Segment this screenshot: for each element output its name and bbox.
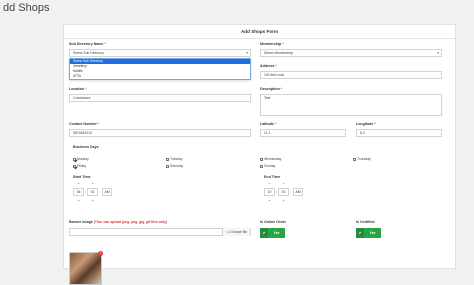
day-checkbox-thursday[interactable]: Thursday (353, 157, 371, 161)
start-time-picker: ⌃ ⌃ 06 : 01 AM ⌄ ⌄ (73, 182, 112, 202)
chevron-down-icon[interactable]: ⌄ (87, 197, 98, 202)
address-input[interactable]: 100 feet road (260, 71, 442, 79)
banner-file-input[interactable]: ▭ Choose file (69, 228, 251, 236)
chevron-down-icon[interactable]: ⌄ (73, 197, 84, 202)
day-checkbox-friday[interactable]: Friday (73, 164, 86, 168)
description-textarea[interactable]: Test (260, 94, 442, 116)
check-icon: ✔ (260, 228, 268, 238)
close-icon[interactable]: × (98, 251, 103, 256)
chevron-down-icon: ▾ (246, 51, 248, 55)
page-title: dd Shops (3, 2, 50, 14)
certified-toggle[interactable]: ✔ Yes (356, 228, 381, 238)
choose-file-button[interactable]: ▭ Choose file (222, 228, 250, 236)
latitude-label: Latitude * (260, 122, 277, 126)
file-icon: ▭ (226, 230, 230, 234)
membership-select[interactable]: Select Membership ▾ (260, 49, 442, 57)
chevron-up-icon[interactable]: ⌃ (73, 182, 84, 187)
location-input[interactable]: Coimbatore (69, 94, 251, 102)
business-days-label: Business Days (73, 145, 99, 149)
start-time-label: Start Time (73, 175, 91, 179)
longitude-label: Longitude * (356, 122, 376, 126)
membership-label: Membership * (260, 42, 284, 46)
online-order-label: Is Online Order (260, 220, 286, 224)
address-label: Address * (260, 64, 277, 68)
day-checkbox-wednesday[interactable]: Wednesday (260, 157, 281, 161)
end-minute-input[interactable]: 01 (278, 188, 289, 196)
form-header: Add Shops Form (64, 25, 455, 39)
banner-image-label: Banner Image (*You can upload jpeg, png,… (69, 220, 167, 224)
check-icon (73, 164, 76, 168)
check-icon: ✔ (356, 228, 364, 238)
chevron-up-icon[interactable]: ⌃ (264, 182, 275, 187)
dropdown-option[interactable]: ATTA (70, 74, 250, 79)
online-order-toggle[interactable]: ✔ Yes (260, 228, 285, 238)
upload-hint: (*You can upload jpeg, png, jpg, gif fil… (93, 220, 167, 224)
sub-directory-dropdown: Select Sub Directory Jewellery Mobile AT… (69, 58, 251, 80)
day-checkbox-saturday[interactable]: Saturday (166, 164, 183, 168)
chevron-down-icon: ▾ (437, 51, 439, 55)
day-checkbox-sunday[interactable]: Sunday (260, 164, 275, 168)
day-checkbox-monday[interactable]: Monday (73, 157, 89, 161)
chevron-up-icon[interactable]: ⌃ (87, 182, 98, 187)
sub-directory-label: Sub Directory Name * (69, 42, 106, 46)
end-hour-input[interactable]: 10 (264, 188, 275, 196)
add-shops-form: Add Shops Form Sub Directory Name * Sele… (63, 24, 456, 285)
end-time-picker: ⌃ ⌃ 10 : 01 AM ⌄ ⌄ (264, 182, 303, 202)
start-hour-input[interactable]: 06 (73, 188, 84, 196)
description-label: Description * (260, 87, 283, 91)
day-checkbox-tuesday[interactable]: Tuesday (166, 157, 183, 161)
chevron-down-icon[interactable]: ⌄ (264, 197, 275, 202)
end-time-label: End Time (264, 175, 281, 179)
latitude-input[interactable]: 11.2 (260, 129, 346, 137)
start-minute-input[interactable]: 01 (87, 188, 98, 196)
location-label: Location * (69, 87, 87, 91)
end-ampm-button[interactable]: AM (293, 188, 303, 196)
longitude-input[interactable]: 8.3 (356, 129, 442, 137)
chevron-up-icon[interactable]: ⌃ (278, 182, 289, 187)
sub-directory-select[interactable]: Select Sub Directory ▾ (69, 49, 251, 57)
start-ampm-button[interactable]: AM (102, 188, 112, 196)
certified-label: Is Certified (356, 220, 375, 224)
contact-label: Contact Number * (69, 122, 100, 126)
check-icon (73, 157, 76, 161)
contact-input[interactable]: 9874563210 (69, 129, 251, 137)
chevron-down-icon[interactable]: ⌄ (278, 197, 289, 202)
